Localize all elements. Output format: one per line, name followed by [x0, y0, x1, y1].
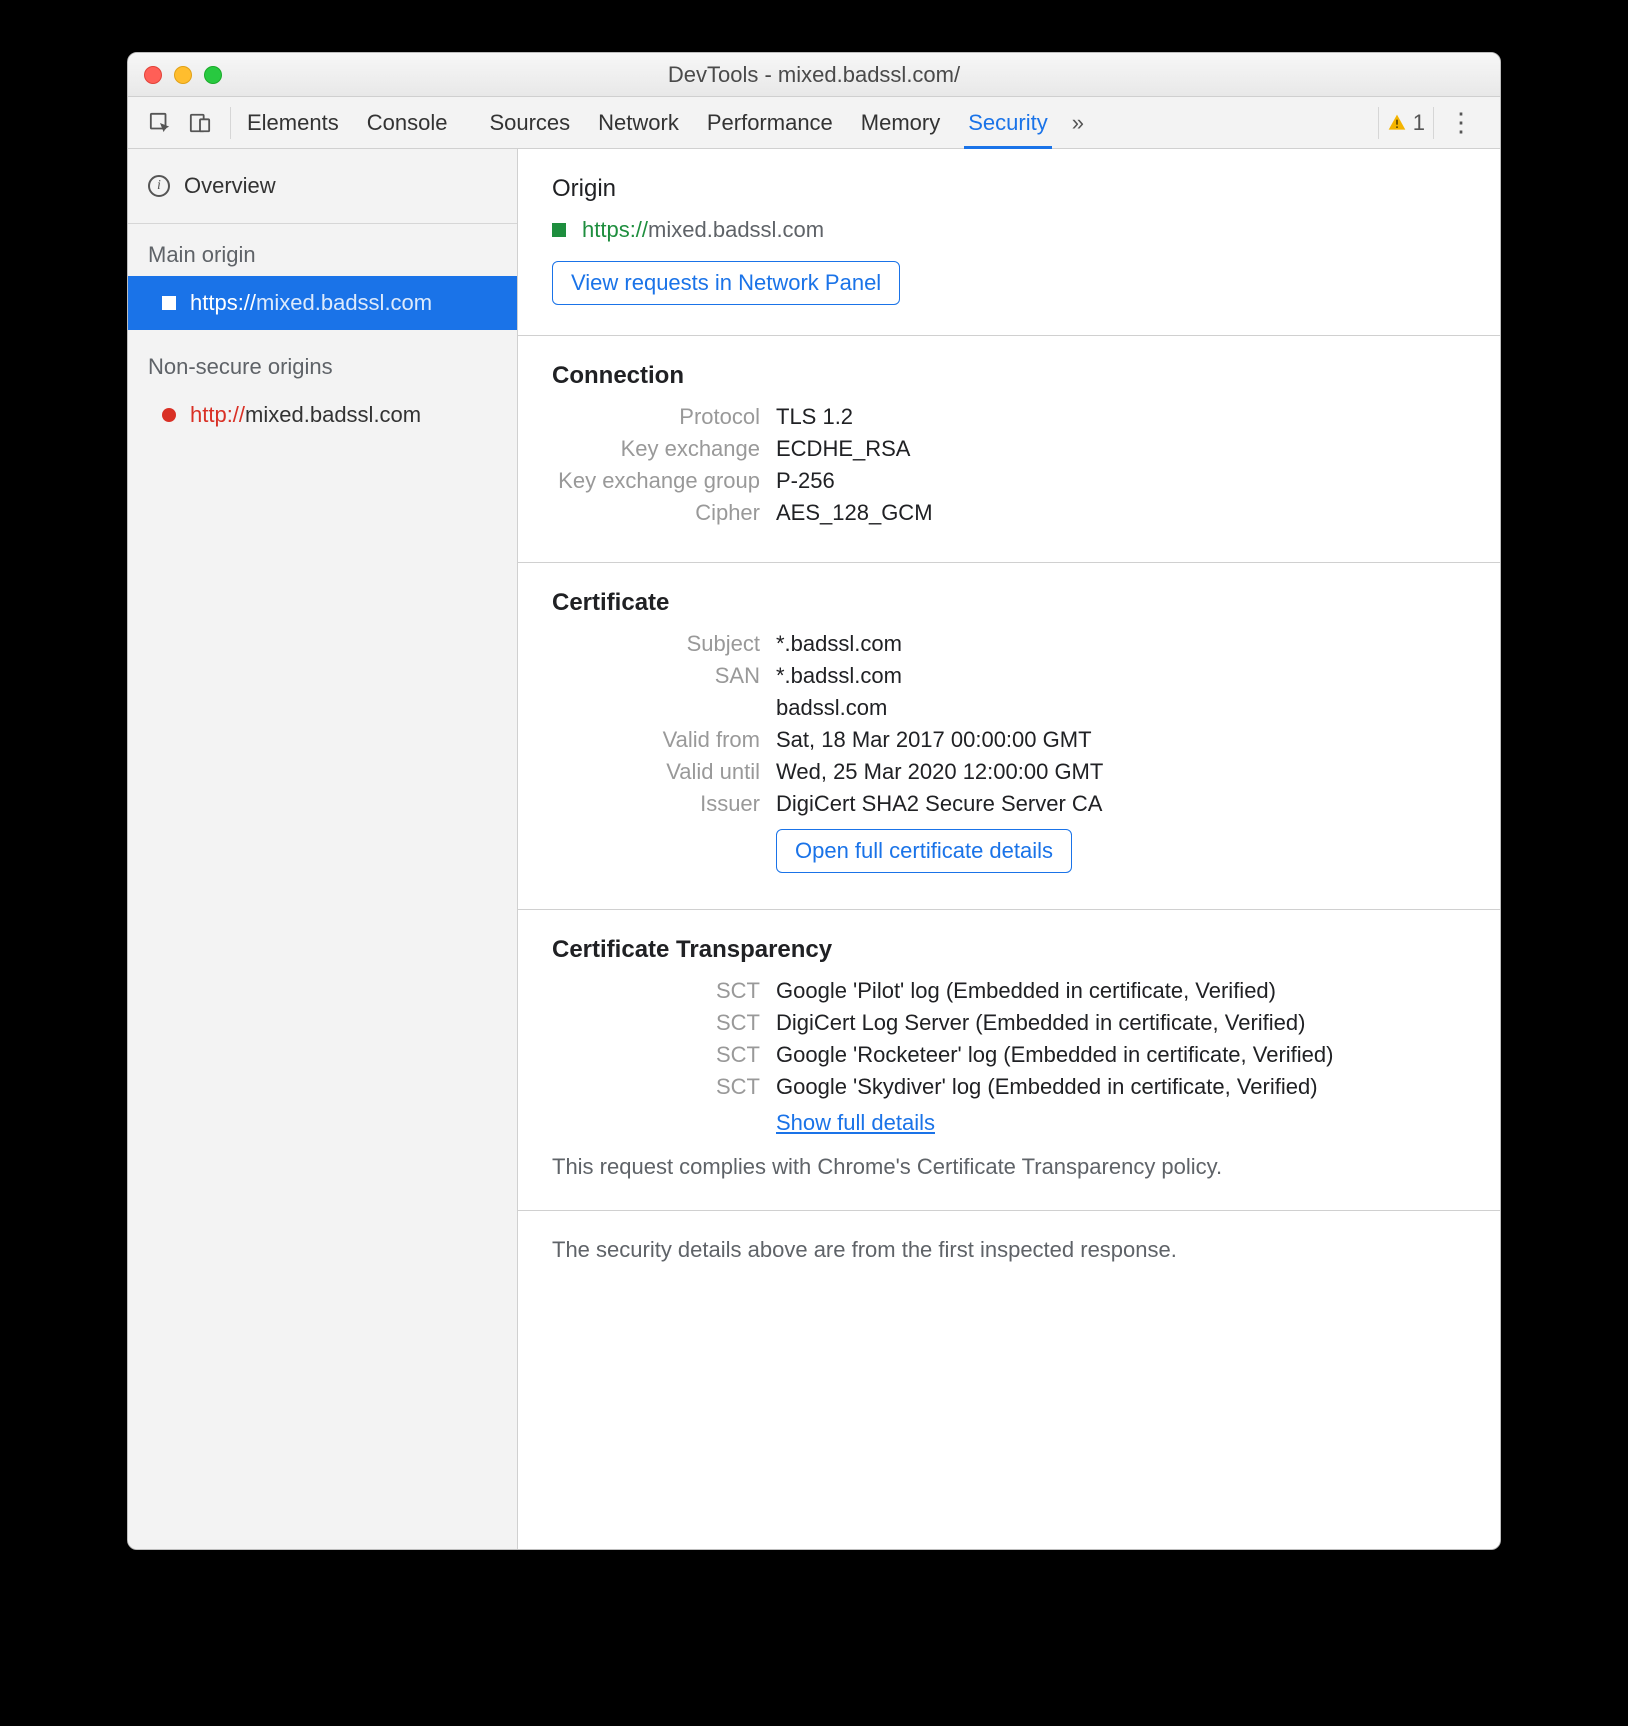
origin-heading: Origin: [552, 175, 1466, 203]
footer-note-section: The security details above are from the …: [518, 1211, 1500, 1293]
connection-heading: Connection: [552, 362, 1466, 390]
subject-label: Subject: [552, 631, 776, 657]
ct-compliance-note: This request complies with Chrome's Cert…: [552, 1154, 1466, 1180]
security-details: Origin https://mixed.badssl.com View req…: [518, 149, 1500, 1549]
key-exchange-group-value: P-256: [776, 468, 835, 494]
toggle-device-icon[interactable]: [180, 105, 220, 141]
secure-indicator-icon: [552, 223, 566, 237]
panel-tabs: Elements Console Sources Network Perform…: [247, 97, 1048, 148]
key-exchange-label: Key exchange: [552, 436, 776, 462]
sct-value-2: DigiCert Log Server (Embedded in certifi…: [776, 1010, 1305, 1036]
origin-scheme: http://: [190, 402, 245, 428]
cipher-value: AES_128_GCM: [776, 500, 933, 526]
tab-elements[interactable]: Elements: [247, 97, 339, 148]
san-label: SAN: [552, 663, 776, 689]
certificate-section: Certificate Subject*.badssl.com SAN*.bad…: [518, 563, 1500, 910]
connection-section: Connection ProtocolTLS 1.2 Key exchangeE…: [518, 336, 1500, 563]
issuer-value: DigiCert SHA2 Secure Server CA: [776, 791, 1102, 817]
valid-until-value: Wed, 25 Mar 2020 12:00:00 GMT: [776, 759, 1103, 785]
warnings-count: 1: [1413, 110, 1425, 136]
san-value-2: badssl.com: [776, 695, 887, 721]
sct-label: SCT: [552, 1074, 776, 1100]
ct-heading: Certificate Transparency: [552, 936, 1466, 964]
origin-host: mixed.badssl.com: [256, 290, 432, 316]
devtools-window: DevTools - mixed.badssl.com/ Elements Co…: [127, 52, 1501, 1550]
toolbar-separator: [230, 107, 231, 139]
protocol-label: Protocol: [552, 404, 776, 430]
footer-note: The security details above are from the …: [552, 1237, 1466, 1263]
open-certificate-details-button[interactable]: Open full certificate details: [776, 829, 1072, 873]
certificate-transparency-section: Certificate Transparency SCTGoogle 'Pilo…: [518, 910, 1500, 1211]
key-exchange-value: ECDHE_RSA: [776, 436, 910, 462]
nonsecure-origin-item[interactable]: http://mixed.badssl.com: [128, 388, 517, 442]
titlebar: DevTools - mixed.badssl.com/: [128, 53, 1500, 97]
origin-section: Origin https://mixed.badssl.com View req…: [518, 149, 1500, 336]
overview-button[interactable]: i Overview: [128, 149, 517, 224]
certificate-heading: Certificate: [552, 589, 1466, 617]
origin-url-scheme: https://: [582, 217, 648, 242]
devtools-toolbar: Elements Console Sources Network Perform…: [128, 97, 1500, 149]
sct-value-3: Google 'Rocketeer' log (Embedded in cert…: [776, 1042, 1333, 1068]
origin-url-host: mixed.badssl.com: [648, 217, 824, 242]
valid-from-label: Valid from: [552, 727, 776, 753]
more-tabs-icon[interactable]: »: [1066, 110, 1090, 136]
overview-label: Overview: [184, 173, 276, 199]
info-icon: i: [148, 175, 170, 197]
main-origin-item[interactable]: https://mixed.badssl.com: [128, 276, 517, 330]
key-exchange-group-label: Key exchange group: [552, 468, 776, 494]
sct-label: SCT: [552, 1042, 776, 1068]
settings-menu-icon[interactable]: ⋮: [1434, 107, 1488, 138]
tab-memory[interactable]: Memory: [861, 97, 940, 148]
warnings-indicator[interactable]: 1: [1378, 107, 1434, 139]
tab-security[interactable]: Security: [968, 97, 1047, 148]
sct-value-4: Google 'Skydiver' log (Embedded in certi…: [776, 1074, 1318, 1100]
issuer-label: Issuer: [552, 791, 776, 817]
sct-label: SCT: [552, 978, 776, 1004]
cipher-label: Cipher: [552, 500, 776, 526]
security-sidebar: i Overview Main origin https://mixed.bad…: [128, 149, 518, 1549]
warning-icon: [1387, 113, 1407, 133]
origin-host: mixed.badssl.com: [245, 402, 421, 428]
tab-performance[interactable]: Performance: [707, 97, 833, 148]
insecure-origin-icon: [162, 408, 176, 422]
valid-from-value: Sat, 18 Mar 2017 00:00:00 GMT: [776, 727, 1092, 753]
sct-value-1: Google 'Pilot' log (Embedded in certific…: [776, 978, 1276, 1004]
valid-until-label: Valid until: [552, 759, 776, 785]
sct-label: SCT: [552, 1010, 776, 1036]
origin-scheme: https://: [190, 290, 256, 316]
tab-sources[interactable]: Sources: [489, 97, 570, 148]
tab-network[interactable]: Network: [598, 97, 679, 148]
tab-console[interactable]: Console: [367, 97, 448, 148]
subject-value: *.badssl.com: [776, 631, 902, 657]
san-value-1: *.badssl.com: [776, 663, 902, 689]
inspect-element-icon[interactable]: [140, 105, 180, 141]
show-full-sct-details-link[interactable]: Show full details: [776, 1110, 935, 1135]
view-requests-button[interactable]: View requests in Network Panel: [552, 261, 900, 305]
protocol-value: TLS 1.2: [776, 404, 853, 430]
nonsecure-origins-header: Non-secure origins: [128, 330, 517, 388]
main-origin-header: Main origin: [128, 224, 517, 276]
window-title: DevTools - mixed.badssl.com/: [128, 62, 1500, 88]
secure-origin-icon: [162, 296, 176, 310]
